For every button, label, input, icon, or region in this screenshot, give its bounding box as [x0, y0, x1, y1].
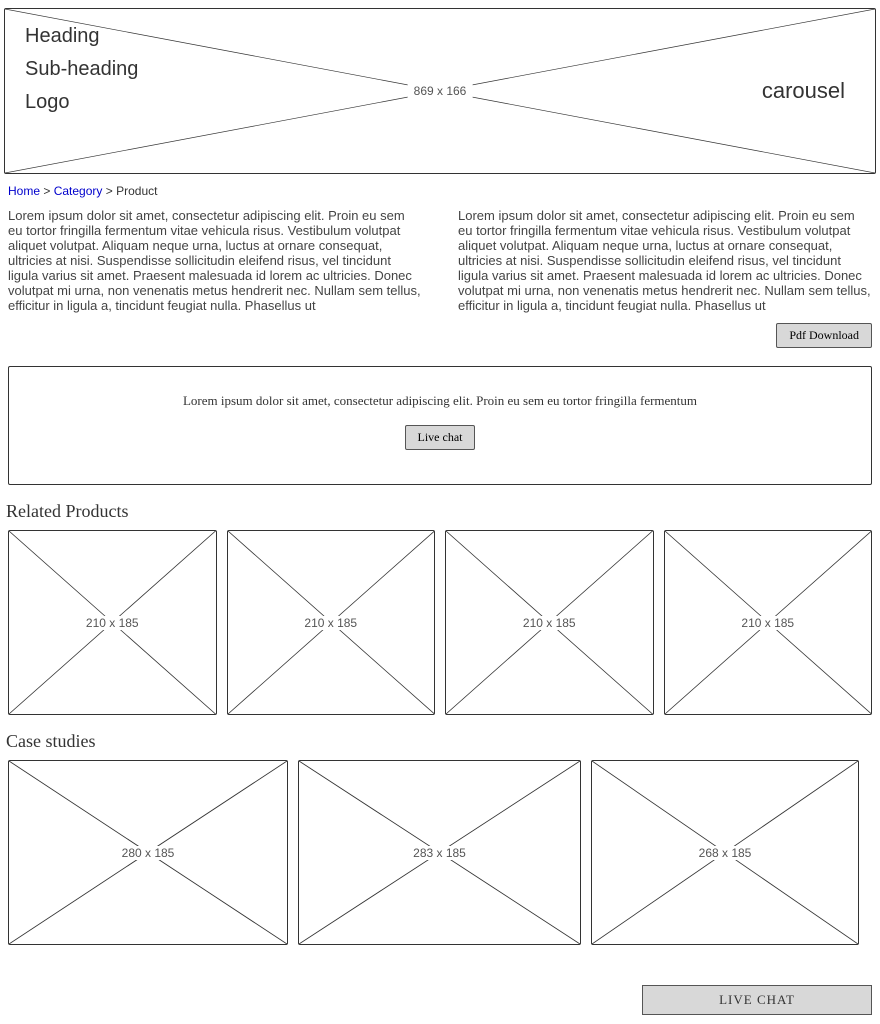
hero-carousel[interactable]: Heading Sub-heading Logo 869 x 166 carou… [4, 8, 876, 174]
pdf-download-button[interactable]: Pdf Download [776, 323, 872, 348]
cta-text: Lorem ipsum dolor sit amet, consectetur … [19, 393, 861, 409]
hero-heading: Heading [25, 25, 138, 48]
related-products-row: 210 x 185 210 x 185 210 x 185 210 x 185 [8, 530, 872, 715]
case-studies-row: 280 x 185 283 x 185 268 x 185 [8, 760, 872, 945]
thumb-dimensions: 210 x 185 [300, 616, 361, 630]
live-chat-button[interactable]: Live chat [405, 425, 476, 450]
thumb-dimensions: 210 x 185 [82, 616, 143, 630]
thumb-dimensions: 210 x 185 [519, 616, 580, 630]
hero-logo: Logo [25, 91, 138, 114]
breadcrumb-category[interactable]: Category [54, 184, 103, 198]
body-text-right: Lorem ipsum dolor sit amet, consectetur … [458, 208, 872, 313]
hero-subheading: Sub-heading [25, 58, 138, 81]
breadcrumb-home[interactable]: Home [8, 184, 40, 198]
thumb-dimensions: 283 x 185 [409, 846, 470, 860]
breadcrumb-current: Product [116, 184, 157, 198]
related-product-thumb[interactable]: 210 x 185 [664, 530, 873, 715]
related-products-heading: Related Products [6, 501, 876, 522]
related-product-thumb[interactable]: 210 x 185 [227, 530, 436, 715]
case-studies-heading: Case studies [6, 731, 876, 752]
hero-dimensions: 869 x 166 [408, 84, 473, 98]
live-chat-bar[interactable]: LIVE CHAT [642, 985, 872, 1015]
body-text-left: Lorem ipsum dolor sit amet, consectetur … [8, 208, 422, 313]
breadcrumb-sep: > [102, 184, 116, 198]
case-study-thumb[interactable]: 280 x 185 [8, 760, 288, 945]
thumb-dimensions: 268 x 185 [695, 846, 756, 860]
cta-panel: Lorem ipsum dolor sit amet, consectetur … [8, 366, 872, 485]
breadcrumb: Home > Category > Product [8, 184, 876, 198]
breadcrumb-sep: > [40, 184, 54, 198]
thumb-dimensions: 210 x 185 [737, 616, 798, 630]
case-study-thumb[interactable]: 283 x 185 [298, 760, 581, 945]
related-product-thumb[interactable]: 210 x 185 [8, 530, 217, 715]
carousel-label: carousel [762, 78, 845, 104]
thumb-dimensions: 280 x 185 [118, 846, 179, 860]
related-product-thumb[interactable]: 210 x 185 [445, 530, 654, 715]
case-study-thumb[interactable]: 268 x 185 [591, 760, 859, 945]
